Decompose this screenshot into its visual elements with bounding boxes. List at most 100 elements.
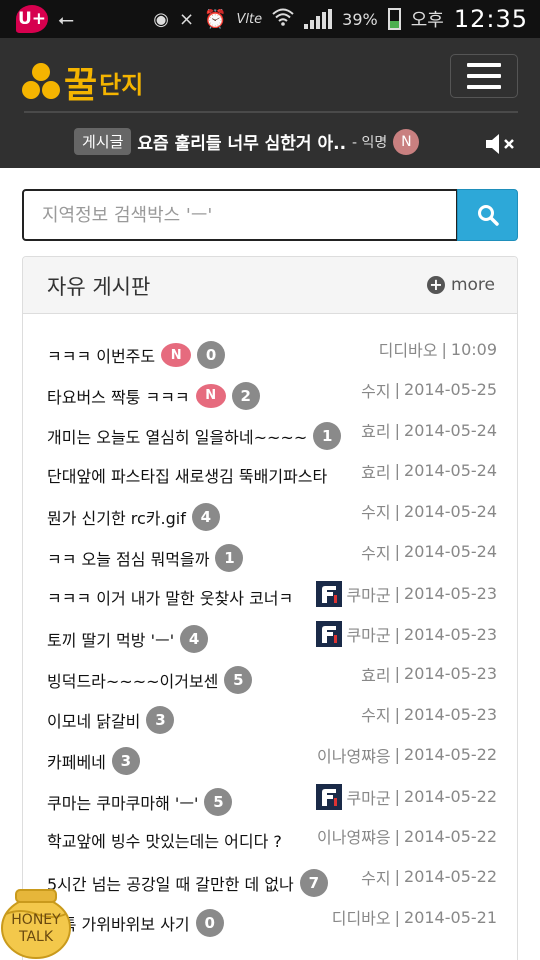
battery-icon bbox=[387, 8, 401, 30]
post-author: 쿠마군 bbox=[346, 626, 391, 646]
news-ticker[interactable]: 게시글 요즘 훌리들 너무 심한거 아.. - 익명 N bbox=[74, 128, 420, 155]
eye-icon: ◉ bbox=[153, 8, 170, 30]
post-row[interactable]: ㅋㅋㅋ 이거 내가 말한 웃찾사 코너ㅋ 쿠마군 | 2014-05-23 bbox=[23, 577, 519, 618]
post-meta: 효리 | 2014-05-23 bbox=[359, 661, 497, 686]
post-meta: 쿠마군 | 2014-05-22 bbox=[314, 783, 497, 810]
post-title-text: 쿠마는 쿠마쿠마해 'ㅡ' bbox=[47, 793, 199, 813]
post-row[interactable]: 토끼 딸기 먹방 'ㅡ' 4 쿠마군 | 2014-05-23 bbox=[23, 617, 519, 658]
comment-count-badge: 0 bbox=[195, 909, 224, 938]
ampm: 오후 bbox=[410, 10, 444, 31]
post-row[interactable]: ㅋㅋ 오늘 점심 뭐먹을까 1 수지 | 2014-05-24 bbox=[23, 536, 519, 577]
post-meta: 쿠마군 | 2014-05-23 bbox=[314, 580, 497, 607]
post-title-text: 단대앞에 파스타집 새로생김 뚝배기파스타 bbox=[47, 466, 328, 486]
comment-count-badge: 4 bbox=[191, 503, 220, 532]
post-author: 수지 bbox=[361, 381, 391, 401]
plus-circle-icon: + bbox=[426, 276, 445, 294]
post-row[interactable]: 쿠마는 쿠마쿠마해 'ㅡ' 5 쿠마군 | 2014-05-22 bbox=[23, 780, 519, 821]
honey-talk-button[interactable]: HONEY TALK bbox=[0, 884, 72, 960]
alarm-icon: ⏰ bbox=[204, 8, 227, 30]
clock: 12:35 bbox=[453, 5, 528, 33]
post-author: 효리 bbox=[361, 665, 391, 685]
hamburger-menu-button[interactable] bbox=[450, 54, 518, 98]
post-title-text: 학교앞에 빙수 맛있는데는 어디다 ? bbox=[47, 832, 282, 852]
post-author: 효리 bbox=[361, 422, 391, 442]
post-title-text: ㅋㅋ 오늘 점심 뭐먹을까 bbox=[47, 549, 210, 569]
meta-separator: | bbox=[394, 584, 401, 604]
post-meta: 수지 | 2014-05-22 bbox=[359, 864, 497, 889]
post-title-text: 토끼 딸기 먹방 'ㅡ' bbox=[47, 631, 175, 651]
meta-separator: | bbox=[394, 420, 401, 440]
post-row[interactable]: 개미는 오늘도 열심히 일을하네~~~~ 1 효리 | 2014-05-24 bbox=[23, 414, 519, 455]
post-row[interactable]: 단대앞에 파스타집 새로생김 뚝배기파스타 효리 | 2014-05-24 bbox=[23, 455, 519, 496]
post-title-text: 5시간 넘는 공강일 때 갈만한 데 없나 bbox=[47, 874, 294, 894]
post-author: 디디바오 bbox=[378, 341, 438, 360]
post-title[interactable]: 5시간 넘는 공강일 때 갈만한 데 없나 7 bbox=[47, 868, 328, 897]
meta-separator: | bbox=[394, 624, 401, 644]
post-author: 수지 bbox=[361, 868, 391, 888]
post-title-text: 개미는 오늘도 열심히 일을하네~~~~ bbox=[47, 428, 308, 448]
post-title[interactable]: 빙덕드라~~~~이거보센 5 bbox=[47, 665, 253, 694]
search-input[interactable] bbox=[22, 189, 458, 241]
post-row[interactable]: 5시간 넘는 공강일 때 갈만한 데 없나 7 수지 | 2014-05-22 bbox=[23, 861, 519, 902]
site-logo[interactable]: 꿀 단지 bbox=[22, 56, 143, 108]
search-icon bbox=[477, 205, 499, 226]
board-header: 자유 게시판 + more bbox=[23, 257, 517, 314]
comment-count-badge: 4 bbox=[180, 625, 209, 654]
post-row[interactable]: 빙덕드라~~~~이거보센 5 효리 | 2014-05-23 bbox=[23, 658, 519, 699]
post-title[interactable]: 단대앞에 파스타집 새로생김 뚝배기파스타 bbox=[47, 463, 327, 487]
post-row[interactable]: 이모네 닭갈비 3 수지 | 2014-05-23 bbox=[23, 698, 519, 739]
comment-count-badge: 1 bbox=[215, 543, 244, 572]
post-title[interactable]: 이모네 닭갈비 3 bbox=[47, 706, 175, 735]
post-list: ㅋㅋㅋ 이번주도 N 0 디디바오 | 10:09 타요버스 짝퉁 ㅋㅋㅋ N 2 수지 | 2014… bbox=[23, 333, 519, 942]
post-author: 디디바오 bbox=[331, 909, 391, 929]
post-title-text: ㅋㅋㅋ 이거 내가 말한 웃찾사 코너ㅋ bbox=[47, 588, 294, 608]
post-title[interactable]: ㅋㅋㅋ 이거 내가 말한 웃찾사 코너ㅋ bbox=[47, 585, 293, 609]
post-title[interactable]: 뭔가 신기한 rc카.gif 4 bbox=[47, 503, 220, 532]
post-date: 2014-05-22 bbox=[404, 867, 497, 887]
comment-count-badge: 2 bbox=[231, 381, 260, 410]
honeycomb-icon bbox=[22, 63, 60, 101]
post-row[interactable]: ㅋㅋㅋ 이번주도 N 0 디디바오 | 10:09 bbox=[23, 333, 519, 374]
comment-count-badge: 0 bbox=[197, 341, 226, 369]
site-header: 꿀 단지 게시글 요즘 훌리들 너무 심한거 아.. - 익명 N bbox=[0, 38, 540, 168]
post-row[interactable]: 뭔가 신기한 rc카.gif 4 수지 | 2014-05-24 bbox=[23, 495, 519, 536]
post-date: 2014-05-22 bbox=[404, 745, 497, 765]
post-row[interactable]: 카페베네 3 이나영쨔응 | 2014-05-22 bbox=[23, 739, 519, 780]
post-date: 2014-05-24 bbox=[404, 501, 497, 521]
post-row[interactable]: 꿀톡 가위바위보 사기 0 디디바오 | 2014-05-21 bbox=[23, 901, 519, 942]
wifi-icon bbox=[272, 8, 294, 31]
post-title[interactable]: 토끼 딸기 먹방 'ㅡ' 4 bbox=[47, 625, 209, 654]
post-title[interactable]: 꿀톡 가위바위보 사기 0 bbox=[47, 909, 224, 938]
post-date: 2014-05-21 bbox=[404, 907, 497, 927]
mute-icon[interactable] bbox=[484, 132, 518, 156]
meta-separator: | bbox=[394, 501, 401, 521]
post-author: 효리 bbox=[361, 462, 391, 482]
more-label: more bbox=[450, 275, 495, 295]
menu-bar-icon bbox=[467, 74, 501, 78]
post-title[interactable]: 카페베네 3 bbox=[47, 746, 140, 775]
post-author: 쿠마군 bbox=[346, 788, 391, 808]
post-title[interactable]: ㅋㅋㅋ 이번주도 N 0 bbox=[47, 341, 226, 369]
signal-icon bbox=[304, 9, 333, 29]
ticker-title[interactable]: 요즘 훌리들 너무 심한거 아.. bbox=[137, 129, 346, 154]
post-title[interactable]: 개미는 오늘도 열심히 일을하네~~~~ 1 bbox=[47, 422, 342, 451]
post-meta: 효리 | 2014-05-24 bbox=[359, 458, 497, 483]
post-meta: 수지 | 2014-05-25 bbox=[359, 377, 497, 402]
comment-count-badge: 7 bbox=[299, 868, 328, 897]
more-link[interactable]: + more bbox=[426, 275, 495, 295]
post-title[interactable]: ㅋㅋ 오늘 점심 뭐먹을까 1 bbox=[47, 543, 244, 572]
new-badge: N bbox=[161, 343, 192, 367]
post-title[interactable]: 학교앞에 빙수 맛있는데는 어디다 ? bbox=[47, 828, 282, 852]
post-date: 2014-05-22 bbox=[404, 826, 497, 846]
logo-sub-text: 단지 bbox=[99, 70, 144, 99]
post-meta: 수지 | 2014-05-24 bbox=[359, 499, 497, 524]
post-row[interactable]: 학교앞에 빙수 맛있는데는 어디다 ? 이나영쨔응 | 2014-05-22 bbox=[23, 820, 519, 861]
post-row[interactable]: 타요버스 짝퉁 ㅋㅋㅋ N 2 수지 | 2014-05-25 bbox=[23, 374, 519, 415]
post-title-text: ㅋㅋㅋ 이번주도 bbox=[47, 347, 156, 366]
post-title[interactable]: 쿠마는 쿠마쿠마해 'ㅡ' 5 bbox=[47, 787, 233, 816]
post-title[interactable]: 타요버스 짝퉁 ㅋㅋㅋ N 2 bbox=[47, 381, 260, 410]
post-date: 2014-05-25 bbox=[404, 380, 497, 400]
post-meta: 이나영쨔응 | 2014-05-22 bbox=[315, 824, 497, 849]
comment-count-badge: 3 bbox=[111, 746, 140, 775]
search-button[interactable] bbox=[457, 189, 518, 241]
